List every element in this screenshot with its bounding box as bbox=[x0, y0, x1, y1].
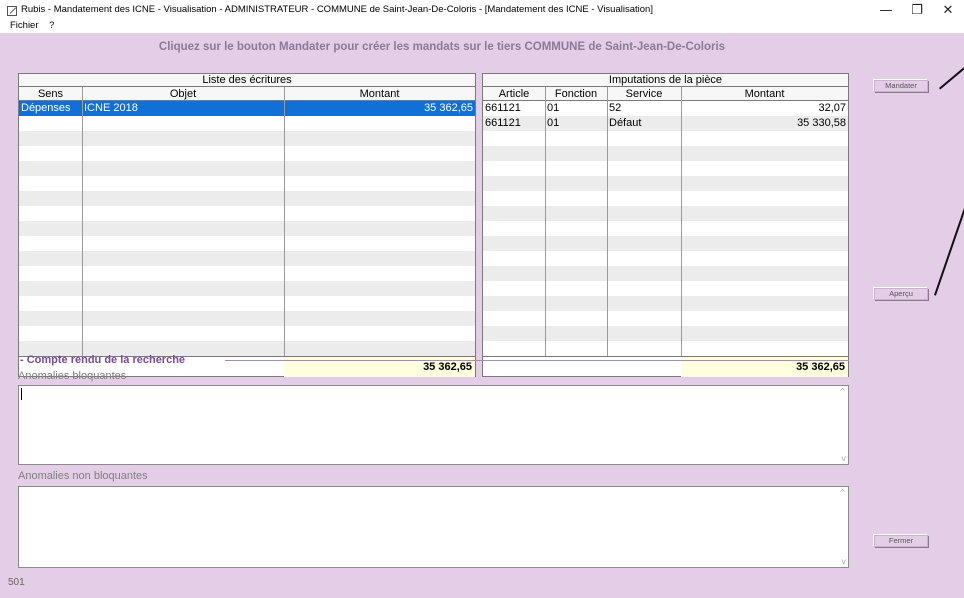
table-row[interactable] bbox=[483, 191, 848, 206]
scroll-down-icon[interactable]: v bbox=[841, 557, 846, 566]
table-row[interactable] bbox=[19, 311, 475, 326]
cell-montant: 35 362,65 bbox=[424, 102, 473, 114]
table-row[interactable]: 661121 01 Défaut 35 330,58 bbox=[483, 116, 848, 131]
instruction-text: Cliquez sur le bouton Mandater pour crée… bbox=[158, 41, 726, 53]
imputations-header: Article Fonction Service Montant bbox=[483, 87, 848, 101]
cell-sens: Dépenses bbox=[21, 102, 71, 114]
col-article[interactable]: Article bbox=[483, 87, 545, 101]
table-row[interactable] bbox=[483, 146, 848, 161]
app-icon bbox=[7, 6, 17, 16]
col-service[interactable]: Service bbox=[607, 87, 681, 101]
ecritures-title: Liste des écritures bbox=[19, 74, 475, 87]
table-row[interactable] bbox=[483, 251, 848, 266]
table-row[interactable] bbox=[483, 236, 848, 251]
col-fonction[interactable]: Fonction bbox=[545, 87, 607, 101]
col-divider bbox=[607, 87, 608, 375]
col-divider bbox=[284, 87, 285, 375]
table-row[interactable] bbox=[19, 251, 475, 266]
anomalies-non-bloquantes-label: Anomalies non bloquantes bbox=[18, 470, 148, 482]
table-row[interactable] bbox=[483, 281, 848, 296]
minimize-button[interactable]: — bbox=[874, 2, 898, 20]
section-divider bbox=[225, 360, 849, 361]
text-cursor bbox=[21, 388, 22, 400]
ecritures-table: Liste des écritures Sens Objet Montant D… bbox=[18, 73, 476, 377]
table-row[interactable] bbox=[19, 161, 475, 176]
anomalies-bloquantes-label: Anomalies bloquantes bbox=[18, 370, 127, 382]
table-row[interactable] bbox=[19, 221, 475, 236]
imputations-title: Imputations de la pièce bbox=[483, 74, 848, 87]
table-row[interactable] bbox=[19, 131, 475, 146]
cell-service: Défaut bbox=[609, 117, 642, 129]
table-row[interactable] bbox=[19, 116, 475, 131]
col-montant[interactable]: Montant bbox=[681, 87, 848, 101]
col-divider bbox=[82, 87, 83, 375]
cell-service: 52 bbox=[609, 102, 622, 114]
fermer-button[interactable]: Fermer bbox=[874, 535, 928, 547]
col-objet[interactable]: Objet bbox=[82, 87, 284, 101]
table-row[interactable] bbox=[19, 236, 475, 251]
cell-montant: 35 330,58 bbox=[797, 117, 846, 129]
scroll-up-icon[interactable]: ^ bbox=[839, 387, 846, 396]
window-title: Rubis - Mandatement des ICNE - Visualisa… bbox=[21, 4, 653, 15]
table-row[interactable] bbox=[19, 326, 475, 341]
cell-article: 661121 bbox=[485, 102, 521, 114]
imputations-rows: 661121 01 52 32,07 661121 01 Défaut 35 3… bbox=[483, 101, 848, 356]
col-montant[interactable]: Montant bbox=[284, 87, 475, 101]
table-row[interactable] bbox=[483, 266, 848, 281]
maximize-button[interactable]: ❐ bbox=[905, 2, 929, 20]
table-row[interactable] bbox=[19, 146, 475, 161]
table-row[interactable] bbox=[483, 326, 848, 341]
table-row[interactable] bbox=[483, 221, 848, 236]
menu-fichier[interactable]: Fichier bbox=[10, 20, 39, 31]
cell-fonction: 01 bbox=[547, 117, 560, 129]
anomalies-non-bloquantes-field[interactable]: ^ v bbox=[18, 486, 849, 568]
section-title: - Compte rendu de la recherche bbox=[20, 354, 186, 366]
annotation-line bbox=[939, 67, 964, 90]
table-row[interactable]: Dépenses ICNE 2018 35 362,65 bbox=[19, 101, 475, 116]
cell-objet: ICNE 2018 bbox=[84, 102, 138, 114]
imputations-table: Imputations de la pièce Article Fonction… bbox=[482, 73, 849, 377]
table-row[interactable] bbox=[19, 296, 475, 311]
table-row[interactable] bbox=[19, 206, 475, 221]
close-button[interactable]: ✕ bbox=[936, 2, 960, 20]
table-row[interactable]: 661121 01 52 32,07 bbox=[483, 101, 848, 116]
scroll-up-icon[interactable]: ^ bbox=[839, 488, 846, 497]
apercu-button[interactable]: Aperçu bbox=[874, 288, 928, 300]
table-row[interactable] bbox=[19, 281, 475, 296]
imputations-totals: 35 362,65 bbox=[483, 356, 848, 377]
menu-help[interactable]: ? bbox=[49, 20, 54, 31]
scroll-down-icon[interactable]: v bbox=[841, 454, 846, 463]
table-row[interactable] bbox=[19, 266, 475, 281]
cell-article: 661121 bbox=[485, 117, 521, 129]
col-sens[interactable]: Sens bbox=[19, 87, 82, 101]
annotation-line bbox=[934, 203, 964, 296]
table-row[interactable] bbox=[19, 176, 475, 191]
title-bar: Rubis - Mandatement des ICNE - Visualisa… bbox=[0, 0, 964, 22]
table-row[interactable] bbox=[483, 131, 848, 146]
table-row[interactable] bbox=[483, 341, 848, 356]
status-text: 501 bbox=[8, 577, 25, 588]
ecritures-rows: Dépenses ICNE 2018 35 362,65 bbox=[19, 101, 475, 356]
cell-montant: 32,07 bbox=[818, 102, 846, 114]
col-divider bbox=[681, 87, 682, 375]
table-row[interactable] bbox=[483, 176, 848, 191]
anomalies-bloquantes-field[interactable]: ^ v bbox=[18, 385, 849, 465]
table-row[interactable] bbox=[483, 296, 848, 311]
col-divider bbox=[545, 87, 546, 375]
menu-bar: Fichier ? bbox=[0, 20, 964, 32]
table-row[interactable] bbox=[483, 161, 848, 176]
table-row[interactable] bbox=[483, 311, 848, 326]
ecritures-header: Sens Objet Montant bbox=[19, 87, 475, 101]
table-row[interactable] bbox=[483, 206, 848, 221]
client-area: Cliquez sur le bouton Mandater pour crée… bbox=[0, 33, 964, 598]
mandater-button[interactable]: Mandater bbox=[874, 80, 928, 92]
cell-fonction: 01 bbox=[547, 102, 560, 114]
table-row[interactable] bbox=[19, 191, 475, 206]
